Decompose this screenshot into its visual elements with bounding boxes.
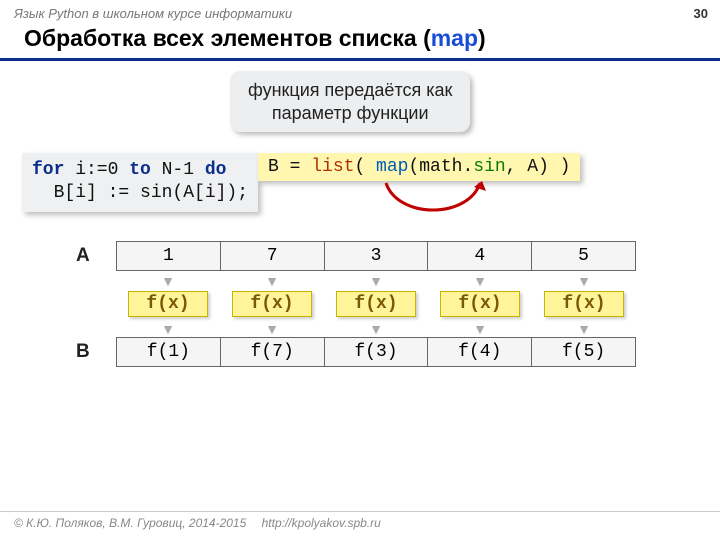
cell-b2: f(3)	[325, 337, 429, 367]
arrow-down-icon: ▼	[428, 321, 532, 335]
py-sin: sin	[473, 157, 505, 177]
py-tail: , A) )	[506, 157, 571, 177]
fx-box: f(x)	[128, 291, 208, 317]
pascal-code: for i:=0 to N-1 do B[i] := sin(A[i]);	[22, 153, 258, 212]
kw-do: do	[205, 160, 227, 180]
callout-line1: функция передаётся как	[248, 79, 452, 102]
arrow-down-icon: ▼	[116, 321, 220, 335]
fx-box: f(x)	[336, 291, 416, 317]
fx-box: f(x)	[440, 291, 520, 317]
arrow-down-icon: ▼	[116, 273, 220, 287]
python-code: B = list( map(math.sin, A) )	[258, 153, 580, 181]
course-title: Язык Python в школьном курсе информатики	[14, 6, 292, 21]
page-number: 30	[694, 6, 708, 21]
callout-line2: параметр функции	[248, 102, 452, 125]
cell-a3: 4	[428, 241, 532, 271]
py-lhs: B =	[268, 157, 311, 177]
arrow-down-icon: ▼	[428, 273, 532, 287]
title-suffix: )	[478, 25, 486, 51]
content-area: функция передаётся как параметр функции …	[0, 61, 720, 81]
link-arc-icon	[378, 181, 488, 217]
kw-for: for	[32, 160, 64, 180]
cell-b0: f(1)	[116, 337, 221, 367]
kw-to: to	[129, 160, 151, 180]
footer-url: http://kpolyakov.spb.ru	[262, 516, 381, 530]
arrow-down-icon: ▼	[532, 321, 636, 335]
arrow-down-icon: ▼	[532, 273, 636, 287]
code-text: N-1	[151, 160, 205, 180]
array-b-row: B f(1) f(7) f(3) f(4) f(5)	[76, 337, 636, 367]
code-text: i:=0	[64, 160, 129, 180]
cell-a2: 3	[325, 241, 429, 271]
arrow-down-icon: ▼	[220, 321, 324, 335]
label-b: B	[76, 341, 116, 363]
cell-b4: f(5)	[532, 337, 636, 367]
copyright: © К.Ю. Поляков, В.М. Гуровиц, 2014-2015	[14, 516, 246, 530]
py-list: list	[311, 157, 354, 177]
arrow-down-icon: ▼	[324, 273, 428, 287]
course-header: Язык Python в школьном курсе информатики…	[0, 0, 720, 23]
arrows-bottom: ▼ ▼ ▼ ▼ ▼	[116, 321, 636, 335]
fx-row: f(x) f(x) f(x) f(x) f(x)	[76, 289, 636, 319]
cell-a4: 5	[532, 241, 636, 271]
arrow-down-icon: ▼	[324, 321, 428, 335]
code-line2: B[i] := sin(A[i]);	[32, 183, 248, 203]
map-diagram: A 1 7 3 4 5 ▼ ▼ ▼ ▼ ▼ f(x) f(x) f(x) f(x…	[76, 241, 636, 383]
cell-b3: f(4)	[428, 337, 532, 367]
callout-box: функция передаётся как параметр функции	[230, 71, 470, 132]
fx-box: f(x)	[232, 291, 312, 317]
array-a-row: A 1 7 3 4 5	[76, 241, 636, 271]
title-prefix: Обработка всех элементов списка (	[24, 25, 431, 51]
footer: © К.Ю. Поляков, В.М. Гуровиц, 2014-2015 …	[0, 511, 720, 534]
py-math: (math.	[408, 157, 473, 177]
label-a: A	[76, 245, 116, 267]
arrows-top: ▼ ▼ ▼ ▼ ▼	[116, 273, 636, 287]
fx-box: f(x)	[544, 291, 624, 317]
slide-title: Обработка всех элементов списка (map)	[0, 23, 720, 61]
cells-a: 1 7 3 4 5	[116, 241, 636, 271]
arrow-down-icon: ▼	[220, 273, 324, 287]
cell-b1: f(7)	[221, 337, 325, 367]
py-paren: (	[354, 157, 376, 177]
py-map: map	[376, 157, 408, 177]
cells-b: f(1) f(7) f(3) f(4) f(5)	[116, 337, 636, 367]
title-highlight: map	[431, 25, 478, 51]
cell-a1: 7	[221, 241, 325, 271]
cell-a0: 1	[116, 241, 221, 271]
